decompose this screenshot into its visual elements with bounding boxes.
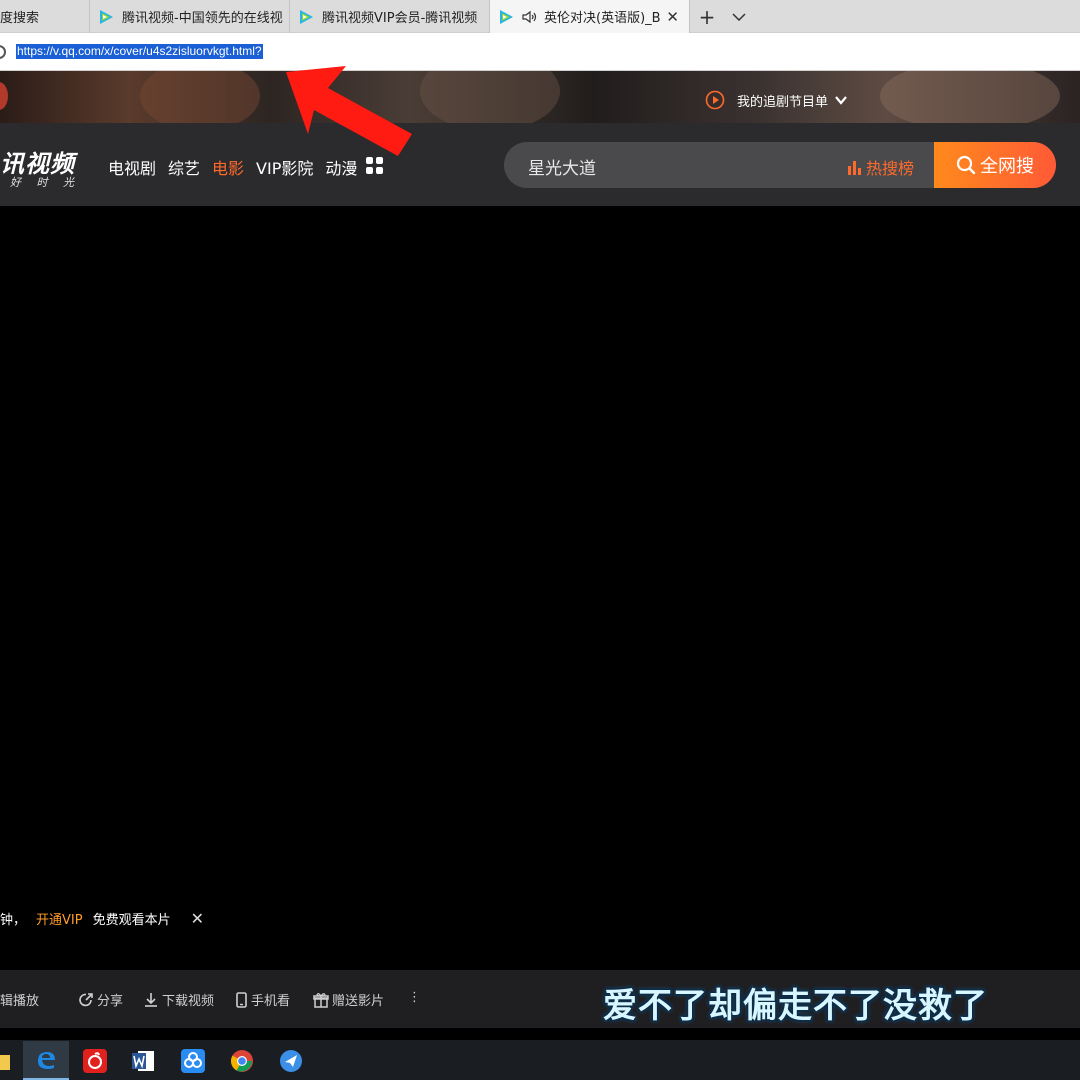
file-explorer-icon[interactable] <box>0 1041 22 1080</box>
address-bar[interactable]: https://v.qq.com/x/cover/u4s2zisluorvkgt… <box>0 33 1080 71</box>
nav-vip-cinema[interactable]: VIP影院 <box>256 155 313 179</box>
phone-label: 手机看 <box>251 994 291 1009</box>
new-tab-button[interactable]: + <box>691 0 723 33</box>
vip-trial-notice: 钟， 开通VIP 免费观看本片 ✕ <box>0 909 204 928</box>
watchlist-label: 我的追剧节目单 <box>737 94 829 110</box>
more-options-icon[interactable]: ⋮ <box>408 990 421 1005</box>
nav-variety[interactable]: 综艺 <box>168 155 200 179</box>
site-banner <box>0 71 1080 123</box>
search-box[interactable]: 星光大道 热搜榜 全网搜 <box>504 142 1056 188</box>
tab-title: 腾讯视频-中国领先的在线视 <box>122 11 283 26</box>
search-all-button[interactable]: 全网搜 <box>934 142 1056 188</box>
channel-menu: 电视剧 综艺 电影 VIP影院 动漫 <box>108 155 369 179</box>
close-tab-icon[interactable]: ✕ <box>666 8 679 26</box>
speaker-icon[interactable] <box>522 10 538 24</box>
tab-current-movie[interactable]: 英伦对决(英语版)_B ✕ <box>490 0 690 33</box>
notice-prefix: 钟， <box>0 913 27 928</box>
gift-movie-button[interactable]: 赠送影片 <box>313 990 384 1009</box>
search-input[interactable]: 星光大道 <box>528 154 596 179</box>
tab-title: 度搜索 <box>0 11 40 26</box>
my-watchlist-link[interactable]: 我的追剧节目单 <box>705 90 848 110</box>
close-notice-icon[interactable]: ✕ <box>191 909 204 928</box>
tencent-video-logo[interactable]: 讯视频 好 时 光 <box>0 144 75 189</box>
album-play-label: 专辑播放 <box>0 994 40 1009</box>
search-icon <box>956 155 976 175</box>
open-vip-link[interactable]: 开通VIP <box>36 909 83 928</box>
tab-baidu-search[interactable]: 度搜索 <box>0 0 90 33</box>
edge-browser-icon[interactable] <box>23 1041 69 1080</box>
screen: 度搜索 腾讯视频-中国领先的在线视 腾讯视频VIP会员-腾讯视频 英伦对决(英语… <box>0 0 1080 1080</box>
tab-title: 腾讯视频VIP会员-腾讯视频 <box>322 11 478 26</box>
gift-label: 赠送影片 <box>332 994 385 1009</box>
word-icon[interactable] <box>121 1041 167 1080</box>
url-text[interactable]: https://v.qq.com/x/cover/u4s2zisluorvkgt… <box>16 44 263 59</box>
notice-suffix: 免费观看本片 <box>92 913 171 928</box>
hot-search-label: 热搜榜 <box>866 159 915 178</box>
baidu-netdisk-icon[interactable] <box>170 1041 216 1080</box>
chevron-down-icon <box>835 96 847 105</box>
banner-decoration <box>0 82 8 110</box>
browser-tab-strip: 度搜索 腾讯视频-中国领先的在线视 腾讯视频VIP会员-腾讯视频 英伦对决(英语… <box>0 0 1080 33</box>
tencent-video-icon <box>500 9 513 24</box>
tab-tencent-vip[interactable]: 腾讯视频VIP会员-腾讯视频 <box>290 0 490 33</box>
album-play-button[interactable]: 专辑播放 <box>0 990 39 1009</box>
feishu-icon[interactable] <box>268 1041 314 1080</box>
play-circle-icon <box>705 90 725 110</box>
phone-icon <box>236 991 247 1008</box>
share-icon <box>79 992 93 1006</box>
tencent-video-icon <box>300 9 313 24</box>
share-label: 分享 <box>97 994 124 1009</box>
gift-icon <box>313 992 329 1008</box>
video-subtitle: 爱不了却偏走不了没救了 <box>603 986 988 1026</box>
tencent-video-icon <box>100 9 113 24</box>
search-button-label: 全网搜 <box>980 156 1034 177</box>
share-button[interactable]: 分享 <box>78 990 123 1009</box>
nav-movie[interactable]: 电影 <box>212 155 244 179</box>
tab-title: 英伦对决(英语版)_B <box>544 11 661 26</box>
watch-on-phone-button[interactable]: 手机看 <box>235 990 290 1009</box>
download-video-button[interactable]: 下载视频 <box>143 990 214 1009</box>
chrome-icon[interactable] <box>219 1041 265 1080</box>
download-icon <box>145 992 157 1007</box>
hot-search-link[interactable]: 热搜榜 <box>848 155 914 179</box>
download-label: 下载视频 <box>162 994 215 1009</box>
nav-anime[interactable]: 动漫 <box>325 155 357 179</box>
tab-list-chevron-icon[interactable] <box>723 0 755 33</box>
tab-tencent-video-home[interactable]: 腾讯视频-中国领先的在线视 <box>90 0 290 33</box>
netease-music-icon[interactable] <box>72 1041 118 1080</box>
logo-slogan: 好 时 光 <box>10 176 80 189</box>
bar-chart-icon <box>848 160 861 175</box>
refresh-icon[interactable] <box>0 45 6 59</box>
video-player[interactable] <box>0 206 1080 970</box>
nav-tv-series[interactable]: 电视剧 <box>108 155 156 179</box>
more-channels-grid-icon[interactable] <box>366 157 383 174</box>
